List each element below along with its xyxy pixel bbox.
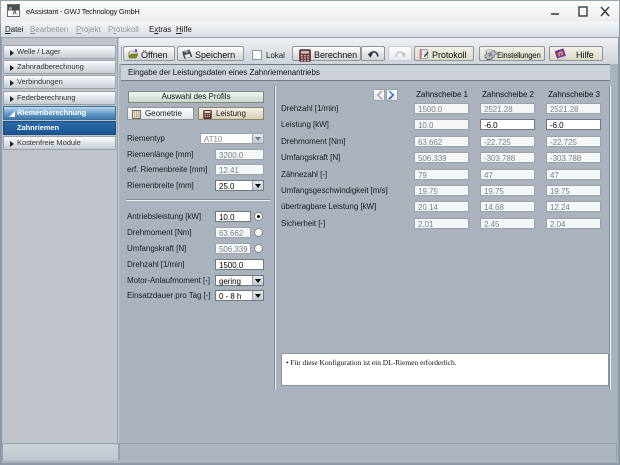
svg-text:A: A bbox=[13, 11, 18, 17]
